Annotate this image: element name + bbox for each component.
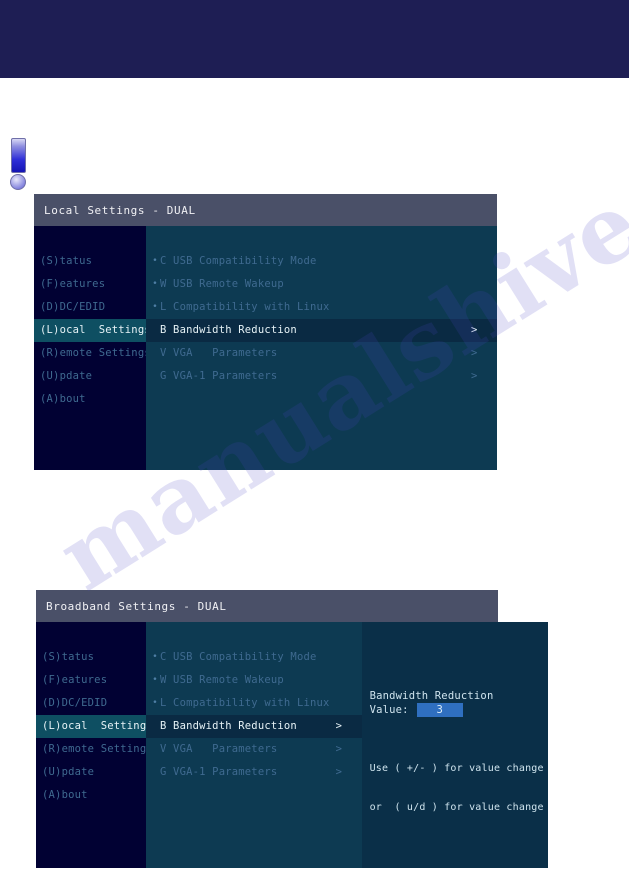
menu-item-label: G VGA-1 Parameters [160,370,278,382]
menu-item-usb-remote-wakeup[interactable]: • W USB Remote Wakeup [146,669,362,692]
bullet-icon: • [152,698,158,708]
menu-item-label: C USB Compatibility Mode [160,255,317,267]
exclamation-dot [10,174,26,190]
menu-item-label: W USB Remote Wakeup [160,674,284,686]
chevron-right-icon: > [471,347,478,359]
menu-item-label: V VGA Parameters [160,347,278,359]
sidebar-item-about[interactable]: (A)bout [36,784,146,807]
sidebar-item-ddc-edid[interactable]: (D)DC/EDID [34,296,146,319]
menu-list: • C USB Compatibility Mode • W USB Remot… [146,622,362,868]
panel-body: (S)tatus (F)eatures (D)DC/EDID (L)ocal S… [34,226,497,470]
detail-hint-text: Use ( +/- ) for value change or ( u/d ) … [370,736,544,840]
menu-item-label: B Bandwidth Reduction [160,324,297,336]
menu-item-compatibility-with-linux[interactable]: • L Compatibility with Linux [146,296,497,319]
menu-item-vga-parameters[interactable]: V VGA Parameters > [146,342,497,365]
sidebar-item-about[interactable]: (A)bout [34,388,146,411]
sidebar-item-status[interactable]: (S)tatus [36,646,146,669]
bandwidth-reduction-value[interactable]: 3 [416,703,463,717]
menu-item-usb-compatibility-mode[interactable]: • C USB Compatibility Mode [146,646,362,669]
chevron-right-icon: > [335,720,343,732]
menu-item-label: W USB Remote Wakeup [160,278,284,290]
sidebar-item-update[interactable]: (U)pdate [34,365,146,388]
detail-heading: Bandwidth Reduction [369,690,494,702]
hint-line-2: or ( u/d ) for value change [369,802,544,813]
hint-line-1: Use ( +/- ) for value change [369,763,544,774]
menu-item-bandwidth-reduction[interactable]: B Bandwidth Reduction > [146,319,497,342]
bullet-icon: • [152,302,158,312]
menu-item-compatibility-with-linux[interactable]: • L Compatibility with Linux [146,692,362,715]
chevron-right-icon: > [471,324,478,336]
menu-item-label: G VGA-1 Parameters [160,766,278,778]
menu-item-usb-remote-wakeup[interactable]: • W USB Remote Wakeup [146,273,497,296]
panel-title: Local Settings - DUAL [34,194,497,226]
sidebar-item-features[interactable]: (F)eatures [34,273,146,296]
sidebar-menu: (S)tatus (F)eatures (D)DC/EDID (L)ocal S… [34,226,151,470]
menu-item-vga-1-parameters[interactable]: G VGA-1 Parameters > [146,365,497,388]
value-label: Value: [369,704,409,716]
chevron-right-icon: > [335,766,343,778]
bullet-icon: • [152,279,158,289]
menu-item-label: L Compatibility with Linux [160,301,330,313]
brand-header-band [0,0,629,78]
bullet-icon: • [152,256,158,266]
panel-body: (S)tatus (F)eatures (D)DC/EDID (L)ocal S… [36,622,548,868]
sidebar-item-local-settings[interactable]: (L)ocal Settings [36,715,153,738]
menu-item-label: C USB Compatibility Mode [160,651,317,663]
chevron-right-icon: > [471,370,478,382]
exclamation-bar [11,138,26,173]
osd-panel-local-settings: Local Settings - DUAL (S)tatus (F)eature… [34,194,497,470]
detail-pane-bandwidth-reduction: Bandwidth Reduction Value: 3 Use ( +/- )… [361,622,548,868]
menu-item-vga-1-parameters[interactable]: G VGA-1 Parameters > [146,761,362,784]
sidebar-item-remote-settings[interactable]: (R)emote Settings [36,738,153,761]
sidebar-item-remote-settings[interactable]: (R)emote Settings [34,342,151,365]
osd-panel-broadband-settings: Broadband Settings - DUAL (S)tatus (F)ea… [36,590,548,868]
menu-item-usb-compatibility-mode[interactable]: • C USB Compatibility Mode [146,250,497,273]
sidebar-menu: (S)tatus (F)eatures (D)DC/EDID (L)ocal S… [36,622,153,868]
exclamation-icon [9,138,26,190]
menu-item-label: B Bandwidth Reduction [160,720,297,732]
menu-list: • C USB Compatibility Mode • W USB Remot… [146,226,497,470]
detail-value-row: Value: 3 [370,703,463,717]
sidebar-item-features[interactable]: (F)eatures [36,669,146,692]
menu-item-vga-parameters[interactable]: V VGA Parameters > [146,738,362,761]
menu-item-label: L Compatibility with Linux [160,697,330,709]
panel-title: Broadband Settings - DUAL [36,590,498,622]
chevron-right-icon: > [335,743,343,755]
sidebar-item-status[interactable]: (S)tatus [34,250,146,273]
bullet-icon: • [152,675,158,685]
menu-item-label: V VGA Parameters [160,743,278,755]
sidebar-item-ddc-edid[interactable]: (D)DC/EDID [36,692,146,715]
sidebar-item-local-settings[interactable]: (L)ocal Settings [34,319,151,342]
sidebar-item-update[interactable]: (U)pdate [36,761,146,784]
menu-item-bandwidth-reduction[interactable]: B Bandwidth Reduction > [146,715,362,738]
bullet-icon: • [152,652,158,662]
